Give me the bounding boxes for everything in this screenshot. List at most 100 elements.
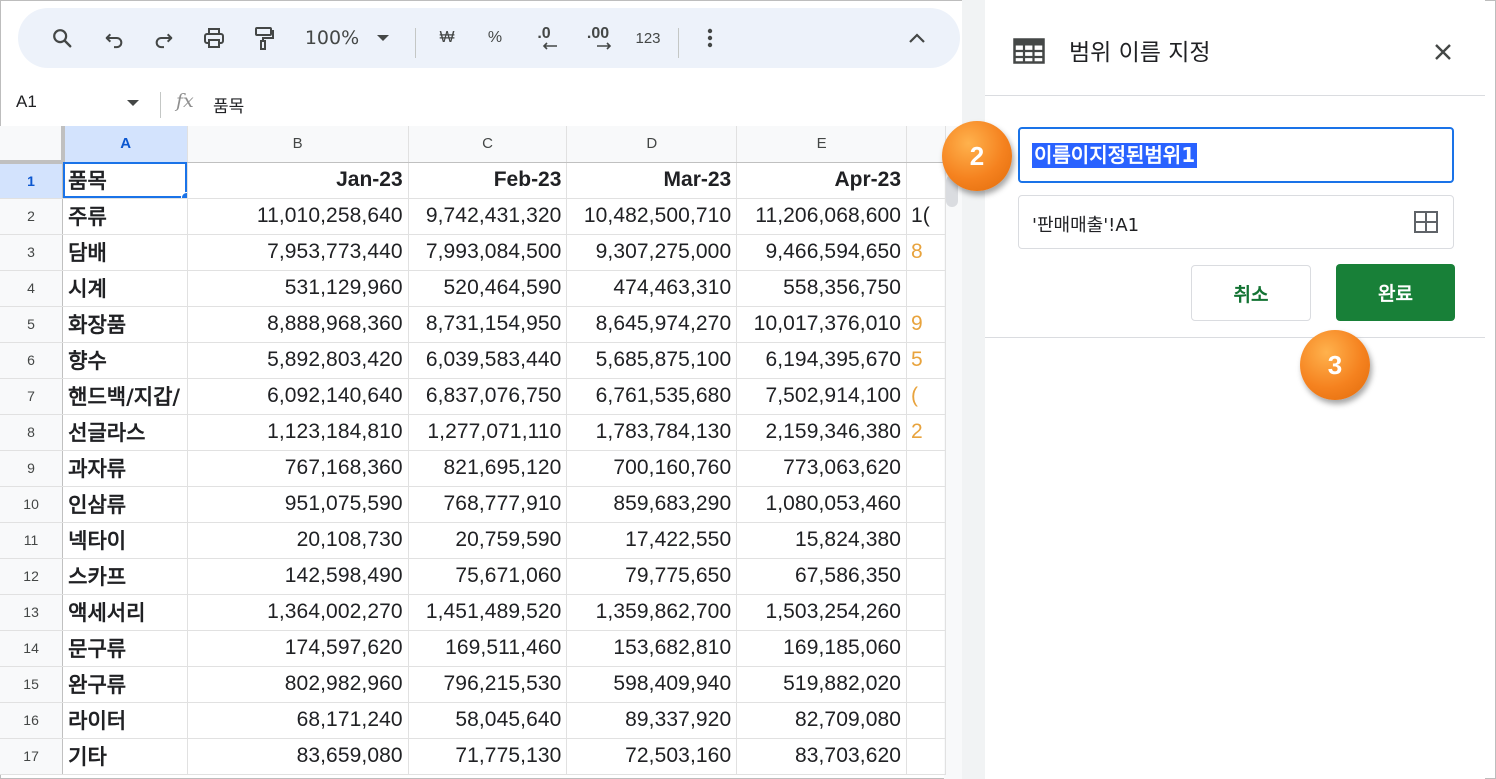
- print-button[interactable]: [198, 22, 230, 54]
- partial-cell[interactable]: 5: [906, 342, 946, 379]
- month-header-cell[interactable]: Feb-23: [408, 162, 568, 199]
- row-header[interactable]: 5: [0, 306, 64, 343]
- value-cell[interactable]: 773,063,620: [736, 450, 908, 487]
- item-cell[interactable]: 넥타이: [62, 522, 188, 559]
- item-cell[interactable]: 인삼류: [62, 486, 188, 523]
- value-cell[interactable]: 558,356,750: [736, 270, 908, 307]
- value-cell[interactable]: 531,129,960: [187, 270, 409, 307]
- vertical-scrollbar[interactable]: [944, 126, 962, 779]
- row-header[interactable]: 13: [0, 594, 64, 631]
- row-header[interactable]: 1: [0, 162, 64, 199]
- partial-cell[interactable]: (: [906, 378, 946, 415]
- item-cell[interactable]: 스카프: [62, 558, 188, 595]
- partial-cell[interactable]: 1(: [906, 198, 946, 235]
- value-cell[interactable]: 767,168,360: [187, 450, 409, 487]
- month-header-cell[interactable]: Mar-23: [566, 162, 738, 199]
- row-header[interactable]: 4: [0, 270, 64, 307]
- value-cell[interactable]: 2,159,346,380: [736, 414, 908, 451]
- value-cell[interactable]: 8,645,974,270: [566, 306, 738, 343]
- search-menus-button[interactable]: [46, 22, 78, 54]
- value-cell[interactable]: 1,503,254,260: [736, 594, 908, 631]
- close-icon[interactable]: [1433, 42, 1453, 62]
- value-cell[interactable]: 1,080,053,460: [736, 486, 908, 523]
- row-header[interactable]: 8: [0, 414, 64, 451]
- row-header[interactable]: 9: [0, 450, 64, 487]
- row-header[interactable]: 6: [0, 342, 64, 379]
- partial-cell[interactable]: [906, 486, 946, 523]
- item-cell[interactable]: 과자류: [62, 450, 188, 487]
- value-cell[interactable]: 11,206,068,600: [736, 198, 908, 235]
- value-cell[interactable]: 7,953,773,440: [187, 234, 409, 271]
- decrease-decimal-button[interactable]: .0: [524, 22, 564, 54]
- row-header[interactable]: 12: [0, 558, 64, 595]
- partial-cell[interactable]: [906, 666, 946, 703]
- percent-format-button[interactable]: %: [480, 22, 510, 54]
- value-cell[interactable]: 1,451,489,520: [408, 594, 568, 631]
- cell-a1[interactable]: 품목: [62, 162, 188, 199]
- value-cell[interactable]: 83,659,080: [187, 738, 409, 775]
- value-cell[interactable]: 169,185,060: [736, 630, 908, 667]
- more-options-button[interactable]: [698, 22, 722, 54]
- partial-cell[interactable]: [906, 522, 946, 559]
- row-header[interactable]: 7: [0, 378, 64, 415]
- item-cell[interactable]: 라이터: [62, 702, 188, 739]
- partial-cell[interactable]: [906, 594, 946, 631]
- item-cell[interactable]: 담배: [62, 234, 188, 271]
- item-cell[interactable]: 화장품: [62, 306, 188, 343]
- select-all-corner[interactable]: [0, 126, 65, 164]
- value-cell[interactable]: 9,466,594,650: [736, 234, 908, 271]
- column-header-d[interactable]: D: [566, 126, 738, 163]
- chevron-down-icon[interactable]: [127, 100, 139, 106]
- value-cell[interactable]: 6,761,535,680: [566, 378, 738, 415]
- partial-cell[interactable]: [906, 450, 946, 487]
- row-header[interactable]: 3: [0, 234, 64, 271]
- item-cell[interactable]: 완구류: [62, 666, 188, 703]
- value-cell[interactable]: 6,092,140,640: [187, 378, 409, 415]
- value-cell[interactable]: 20,759,590: [408, 522, 568, 559]
- item-cell[interactable]: 기타: [62, 738, 188, 775]
- item-cell[interactable]: 핸드백/지갑/: [62, 378, 188, 415]
- name-box[interactable]: A1: [16, 92, 37, 112]
- month-header-cell[interactable]: Jan-23: [187, 162, 409, 199]
- column-header-a[interactable]: A: [62, 126, 188, 163]
- value-cell[interactable]: 142,598,490: [187, 558, 409, 595]
- value-cell[interactable]: 58,045,640: [408, 702, 568, 739]
- value-cell[interactable]: 859,683,290: [566, 486, 738, 523]
- value-cell[interactable]: 15,824,380: [736, 522, 908, 559]
- value-cell[interactable]: 153,682,810: [566, 630, 738, 667]
- more-formats-button[interactable]: 123: [628, 22, 668, 54]
- item-cell[interactable]: 액세서리: [62, 594, 188, 631]
- value-cell[interactable]: 520,464,590: [408, 270, 568, 307]
- partial-cell[interactable]: [906, 270, 946, 307]
- partial-cell[interactable]: [906, 738, 946, 775]
- value-cell[interactable]: 951,075,590: [187, 486, 409, 523]
- value-cell[interactable]: 598,409,940: [566, 666, 738, 703]
- range-reference-input[interactable]: '판매매출'!A1: [1018, 195, 1454, 249]
- value-cell[interactable]: 11,010,258,640: [187, 198, 409, 235]
- done-button[interactable]: 완료: [1336, 264, 1455, 321]
- value-cell[interactable]: 72,503,160: [566, 738, 738, 775]
- column-header-b[interactable]: B: [187, 126, 409, 163]
- value-cell[interactable]: 5,892,803,420: [187, 342, 409, 379]
- value-cell[interactable]: 174,597,620: [187, 630, 409, 667]
- redo-button[interactable]: [148, 22, 180, 54]
- formula-input[interactable]: 품목: [213, 92, 244, 117]
- value-cell[interactable]: 1,359,862,700: [566, 594, 738, 631]
- value-cell[interactable]: 17,422,550: [566, 522, 738, 559]
- row-header[interactable]: 14: [0, 630, 64, 667]
- currency-format-button[interactable]: ₩: [432, 22, 462, 54]
- value-cell[interactable]: 474,463,310: [566, 270, 738, 307]
- value-cell[interactable]: 5,685,875,100: [566, 342, 738, 379]
- value-cell[interactable]: 9,307,275,000: [566, 234, 738, 271]
- value-cell[interactable]: 6,837,076,750: [408, 378, 568, 415]
- paint-format-button[interactable]: [248, 22, 280, 54]
- value-cell[interactable]: 7,993,084,500: [408, 234, 568, 271]
- column-header-c[interactable]: C: [408, 126, 568, 163]
- value-cell[interactable]: 1,277,071,110: [408, 414, 568, 451]
- partial-cell[interactable]: 8: [906, 234, 946, 271]
- value-cell[interactable]: 6,039,583,440: [408, 342, 568, 379]
- value-cell[interactable]: 1,364,002,270: [187, 594, 409, 631]
- value-cell[interactable]: 10,017,376,010: [736, 306, 908, 343]
- item-cell[interactable]: 문구류: [62, 630, 188, 667]
- partial-cell[interactable]: [906, 162, 946, 199]
